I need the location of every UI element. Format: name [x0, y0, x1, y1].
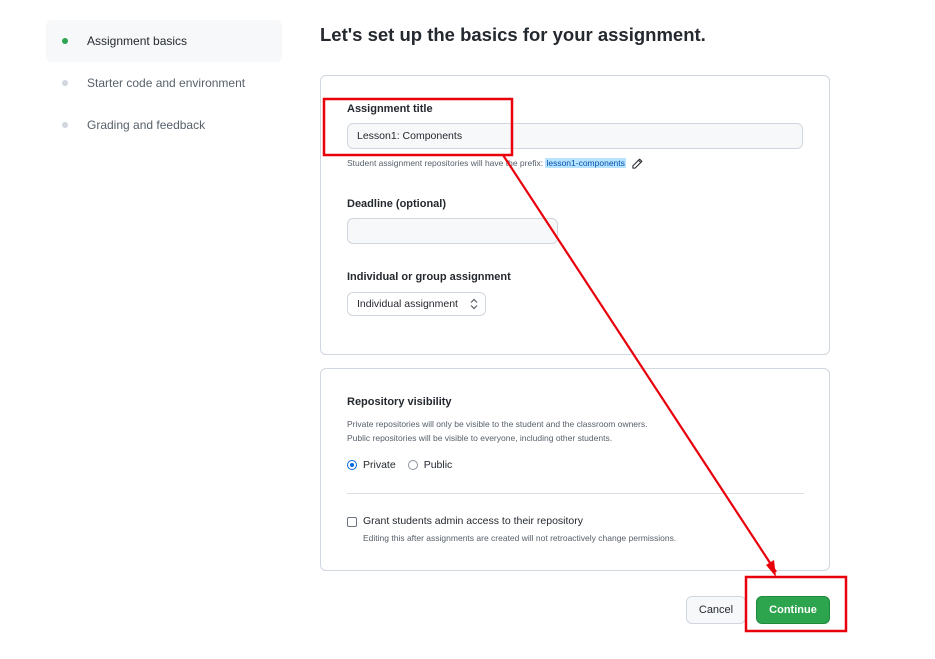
- visibility-radio-group: Private Public: [347, 459, 464, 471]
- assignment-type-label: Individual or group assignment: [347, 271, 511, 283]
- prefix-note: Student assignment repositories will hav…: [347, 156, 643, 170]
- page-title: Let's set up the basics for your assignm…: [320, 24, 706, 45]
- step-label: Assignment basics: [87, 34, 188, 48]
- step-dot-icon: [62, 38, 68, 44]
- deadline-label: Deadline (optional): [347, 198, 446, 210]
- repository-visibility-card: Repository visibility Private repositori…: [320, 368, 830, 571]
- public-radio[interactable]: [407, 460, 418, 470]
- select-arrows-icon: [470, 298, 478, 310]
- cancel-button[interactable]: Cancel: [686, 596, 746, 624]
- assignment-basics-card: Assignment title Student assignment repo…: [320, 75, 830, 355]
- assignment-title-input[interactable]: [347, 123, 803, 149]
- divider: [347, 493, 804, 494]
- pencil-icon[interactable]: [631, 158, 643, 170]
- private-radio-label[interactable]: Private: [363, 459, 396, 471]
- admin-access-checkbox[interactable]: [347, 517, 357, 527]
- assignment-type-value: Individual assignment: [357, 298, 458, 310]
- deadline-input[interactable]: [347, 218, 558, 244]
- step-grading-feedback[interactable]: Grading and feedback: [46, 104, 282, 146]
- public-radio-label[interactable]: Public: [424, 459, 453, 471]
- step-dot-icon: [62, 122, 68, 128]
- visibility-label: Repository visibility: [347, 396, 452, 408]
- admin-access-note: Editing this after assignments are creat…: [363, 533, 677, 543]
- step-starter-code[interactable]: Starter code and environment: [46, 62, 282, 104]
- assignment-title-label: Assignment title: [347, 103, 433, 115]
- private-radio[interactable]: [347, 460, 357, 470]
- private-note: Private repositories will only be visibl…: [347, 419, 648, 429]
- step-assignment-basics[interactable]: Assignment basics: [46, 20, 282, 62]
- steps-sidebar: Assignment basics Starter code and envir…: [46, 20, 282, 146]
- continue-button[interactable]: Continue: [756, 596, 830, 624]
- step-label: Grading and feedback: [87, 118, 206, 132]
- public-note: Public repositories will be visible to e…: [347, 433, 613, 443]
- repo-prefix: lesson1-components: [545, 158, 626, 168]
- step-dot-icon: [62, 80, 68, 86]
- admin-access-label[interactable]: Grant students admin access to their rep…: [363, 515, 583, 527]
- prefix-note-text: Student assignment repositories will hav…: [347, 158, 544, 168]
- assignment-type-select[interactable]: Individual assignment: [347, 292, 486, 316]
- step-label: Starter code and environment: [87, 76, 246, 90]
